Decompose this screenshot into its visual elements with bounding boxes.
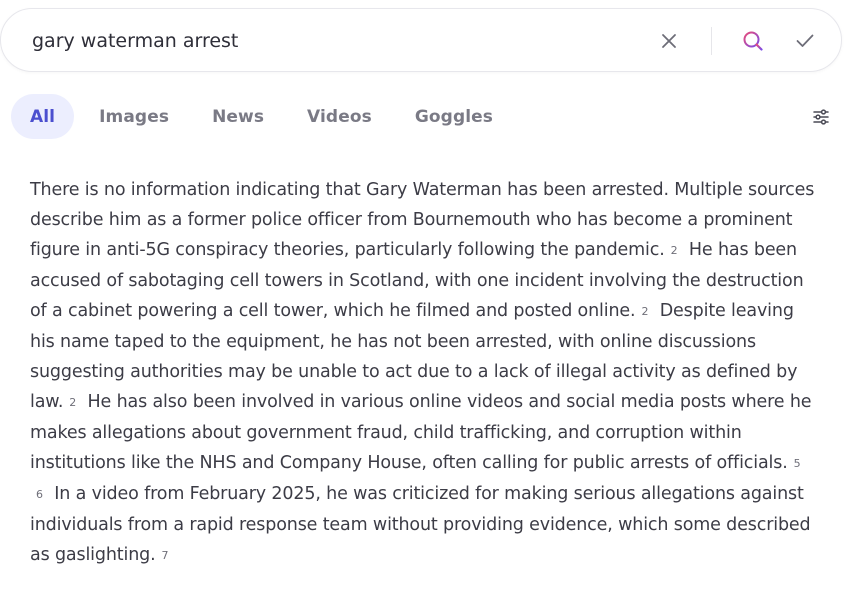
search-bar <box>0 8 842 73</box>
citation-badge[interactable]: 7 <box>162 541 169 571</box>
citation-badge[interactable]: 5 <box>794 449 801 479</box>
citation-badge[interactable]: 2 <box>69 388 76 418</box>
filters-button[interactable] <box>808 104 834 130</box>
search-bar-divider <box>711 27 712 55</box>
results-tabs: All Images News Videos Goggles <box>11 94 520 139</box>
ai-answer: There is no information indicating that … <box>30 175 820 571</box>
check-icon <box>796 34 814 47</box>
answer-sentence: He has also been involved in various onl… <box>30 392 812 473</box>
citation-badge[interactable]: 6 <box>36 480 43 510</box>
clear-button[interactable] <box>651 9 687 73</box>
answer-sentence: In a video from February 2025, he was cr… <box>30 484 811 565</box>
citation-badge[interactable]: 2 <box>671 236 678 266</box>
search-icon <box>743 31 763 51</box>
close-icon <box>662 34 676 48</box>
confirm-button[interactable] <box>787 9 823 73</box>
tab-goggles[interactable]: Goggles <box>399 94 509 139</box>
sliders-icon <box>813 109 829 125</box>
tab-news[interactable]: News <box>196 94 280 139</box>
tab-all[interactable]: All <box>11 94 75 139</box>
search-input[interactable] <box>32 9 592 73</box>
tab-videos[interactable]: Videos <box>291 94 388 139</box>
search-button[interactable] <box>735 9 771 73</box>
tab-images[interactable]: Images <box>83 94 185 139</box>
citation-badge[interactable]: 2 <box>641 297 648 327</box>
